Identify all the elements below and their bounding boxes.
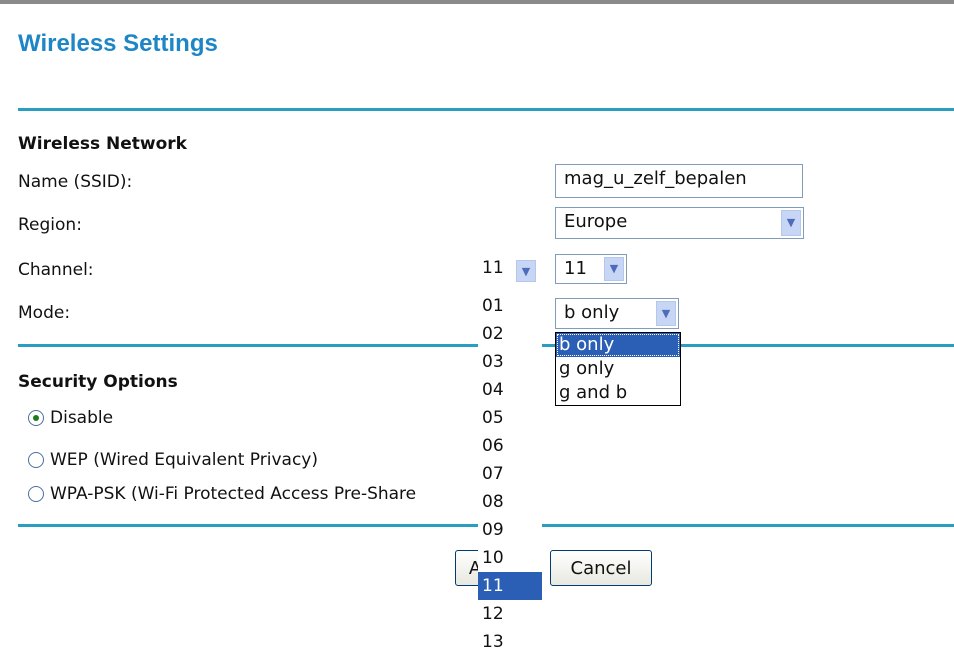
channel-open-value: 11 <box>482 258 504 278</box>
channel-label: Channel: <box>18 260 94 280</box>
window-top-border <box>0 0 954 4</box>
radio-wpa-psk-label: WPA-PSK (Wi-Fi Protected Access Pre-Shar… <box>50 484 417 504</box>
channel-option[interactable]: 09 <box>478 516 542 544</box>
channel-dropdown-list[interactable]: 01 02 03 04 05 06 07 08 09 10 11 12 13 <box>478 292 542 656</box>
page-title: Wireless Settings <box>18 30 218 57</box>
radio-wep[interactable]: WEP (Wired Equivalent Privacy) <box>28 450 318 470</box>
channel-option[interactable]: 10 <box>478 544 542 572</box>
channel-option[interactable]: 12 <box>478 600 542 628</box>
cancel-button[interactable]: Cancel <box>550 550 652 586</box>
radio-checked-icon[interactable] <box>28 410 44 426</box>
mode-dropdown-list[interactable]: b only g only g and b <box>555 332 681 406</box>
section-divider <box>18 108 954 111</box>
channel-value: 11 <box>564 258 587 279</box>
security-options-heading: Security Options <box>18 372 178 392</box>
region-label: Region: <box>18 215 82 235</box>
channel-option[interactable]: 01 <box>478 292 542 320</box>
chevron-down-icon[interactable]: ▼ <box>604 257 624 281</box>
mode-select[interactable]: b only ▼ <box>555 298 679 329</box>
channel-option-selected[interactable]: 11 <box>478 572 542 600</box>
radio-disable[interactable]: Disable <box>28 408 113 428</box>
region-select[interactable]: Europe ▼ <box>555 207 804 239</box>
channel-select-open[interactable]: 11 ▼ <box>482 258 542 286</box>
mode-label: Mode: <box>18 303 71 323</box>
radio-disable-label: Disable <box>50 408 114 428</box>
mode-value: b only <box>564 302 620 323</box>
radio-wep-label: WEP (Wired Equivalent Privacy) <box>50 450 318 470</box>
chevron-down-icon[interactable]: ▼ <box>781 210 801 236</box>
channel-option[interactable]: 08 <box>478 488 542 516</box>
radio-unchecked-icon[interactable] <box>28 452 44 468</box>
chevron-down-icon[interactable]: ▼ <box>516 260 536 282</box>
mode-option-selected[interactable]: b only <box>556 333 680 357</box>
radio-unchecked-icon[interactable] <box>28 486 44 502</box>
wireless-network-heading: Wireless Network <box>18 134 187 154</box>
channel-option[interactable]: 03 <box>478 348 542 376</box>
channel-option[interactable]: 13 <box>478 628 542 656</box>
channel-select[interactable]: 11 ▼ <box>555 254 627 284</box>
channel-option[interactable]: 05 <box>478 404 542 432</box>
ssid-label: Name (SSID): <box>18 172 133 192</box>
channel-option[interactable]: 07 <box>478 460 542 488</box>
mode-option[interactable]: g only <box>556 357 680 381</box>
channel-option[interactable]: 06 <box>478 432 542 460</box>
ssid-input[interactable]: mag_u_zelf_bepalen <box>555 164 803 198</box>
radio-wpa-psk[interactable]: WPA-PSK (Wi-Fi Protected Access Pre-Shar… <box>28 484 416 504</box>
channel-option[interactable]: 04 <box>478 376 542 404</box>
chevron-down-icon[interactable]: ▼ <box>656 301 676 326</box>
channel-option[interactable]: 02 <box>478 320 542 348</box>
region-value: Europe <box>564 211 628 232</box>
mode-option[interactable]: g and b <box>556 381 680 405</box>
